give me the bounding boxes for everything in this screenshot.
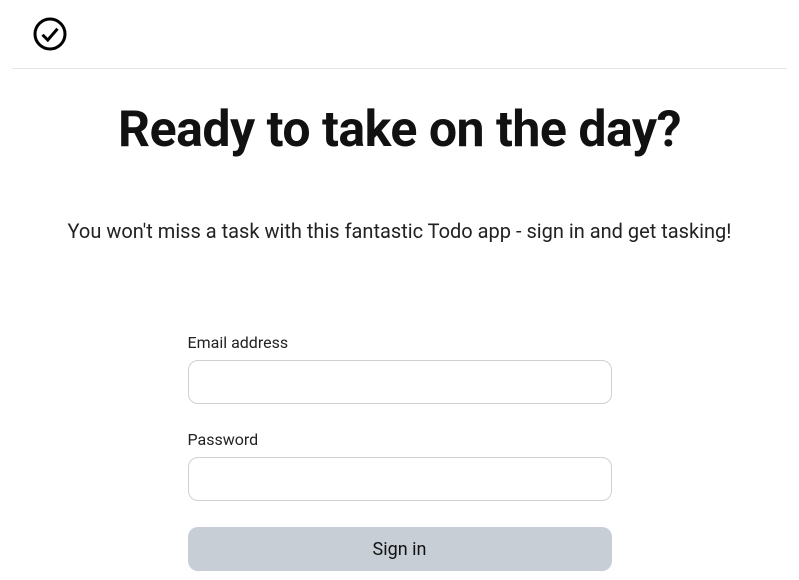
password-input[interactable] <box>188 457 612 501</box>
main-content: Ready to take on the day? You won't miss… <box>0 101 799 571</box>
check-circle-icon <box>32 16 68 52</box>
email-input[interactable] <box>188 360 612 404</box>
page-subtitle: You won't miss a task with this fantasti… <box>20 219 779 243</box>
signin-form: Email address Password Sign in <box>188 333 612 571</box>
password-label: Password <box>188 430 612 449</box>
page-title: Ready to take on the day? <box>20 101 779 159</box>
header-bar <box>12 0 787 69</box>
email-field-group: Email address <box>188 333 612 404</box>
signin-button[interactable]: Sign in <box>188 527 612 571</box>
email-label: Email address <box>188 333 612 352</box>
password-field-group: Password <box>188 430 612 501</box>
